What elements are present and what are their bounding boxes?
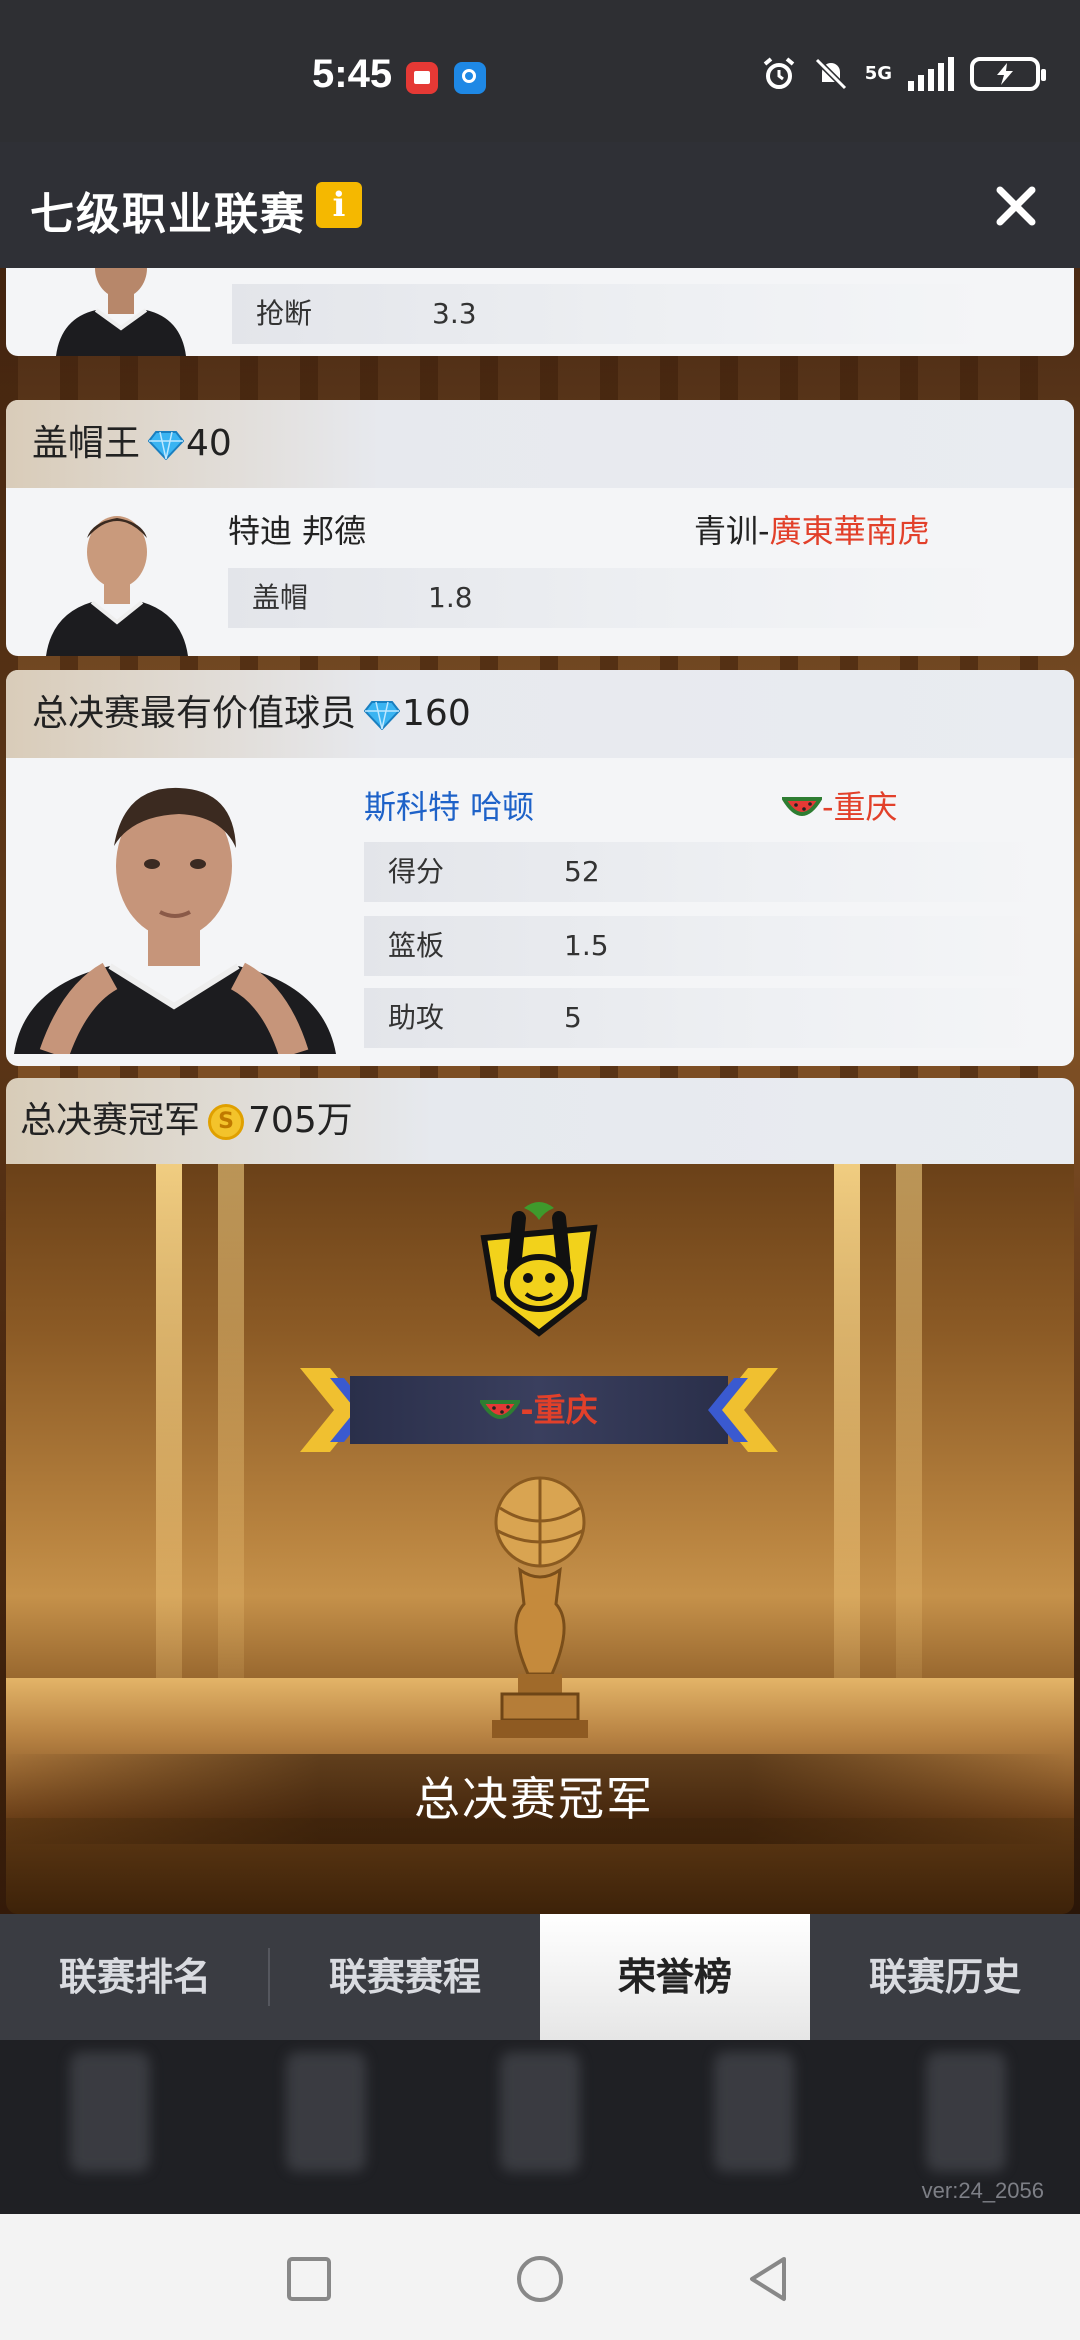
- reward-amount: 705万: [248, 1100, 353, 1141]
- team-logo-icon: [480, 1202, 598, 1337]
- stat-value: 3.3: [432, 297, 477, 330]
- banner-team: -重庆: [350, 1376, 728, 1444]
- stat-row: 得分 52: [364, 842, 1044, 902]
- page-title: 七级职业联赛: [30, 189, 306, 240]
- battery-charging-icon: [970, 57, 1046, 91]
- champion-label: 总决赛冠军: [0, 1754, 1068, 1844]
- stat-value: 52: [564, 855, 600, 888]
- blurred-icon: [286, 2052, 366, 2172]
- blurred-icon: [714, 2052, 794, 2172]
- stat-value: 5: [564, 1001, 582, 1034]
- card-title: 盖帽王: [32, 423, 141, 464]
- watermelon-icon: [780, 797, 824, 816]
- coin-icon: S: [208, 1104, 245, 1140]
- home-button[interactable]: [515, 2254, 565, 2304]
- mute-icon: [814, 57, 847, 91]
- tab-label: 联赛历史: [868, 1955, 1021, 1999]
- team-name: -重庆: [822, 788, 898, 826]
- header-bar: 七级职业联赛 i: [0, 142, 1080, 268]
- team-prefix: 青训-: [694, 512, 770, 550]
- light-beam: [896, 1164, 922, 1764]
- team-name: -重庆: [520, 1391, 598, 1429]
- steal-leader-card: 抢断 3.3: [6, 268, 1074, 356]
- chevron-left-icon: [708, 1368, 778, 1452]
- status-time: 5:45: [312, 52, 393, 96]
- player-team: -重庆: [780, 782, 898, 828]
- card-header: 总决赛冠军 S 705万: [6, 1078, 1074, 1164]
- tab-label: 荣誉榜: [617, 1955, 732, 1999]
- alarm-icon: [763, 57, 794, 89]
- card-title: 总决赛最有价值球员: [32, 693, 357, 734]
- close-icon: [996, 186, 1036, 226]
- honor-list[interactable]: 抢断 3.3 盖帽王 40 特迪 邦德 青训-廣東華南虎 盖帽 1.8 总决赛最…: [0, 268, 1080, 1914]
- stat-label: 盖帽: [252, 581, 309, 614]
- reward-amount: 40: [186, 423, 232, 464]
- stat-label: 抢断: [256, 297, 313, 330]
- stat-value: 1.5: [564, 929, 609, 962]
- stat-row: 抢断 3.3: [232, 284, 992, 344]
- diamond-icon: [364, 701, 401, 730]
- stat-label: 得分: [388, 855, 445, 888]
- player-avatar: [36, 268, 206, 356]
- diamond-icon: [148, 431, 185, 460]
- player-team: 青训-廣東華南虎: [694, 506, 930, 552]
- stat-row: 助攻 5: [364, 988, 1044, 1048]
- player-name[interactable]: 特迪 邦德: [228, 506, 366, 552]
- notification-search-icon: [454, 62, 486, 94]
- version-label: ver:24_2056: [921, 2178, 1044, 2203]
- network-type: 5G: [864, 63, 892, 84]
- notification-app-icon: [406, 62, 438, 94]
- tab-league-history[interactable]: 联赛历史: [810, 1914, 1080, 2040]
- stat-label: 篮板: [388, 929, 445, 962]
- watermelon-icon: [478, 1400, 522, 1419]
- stat-label: 助攻: [388, 1001, 445, 1034]
- stat-row: 盖帽 1.8: [228, 568, 1008, 628]
- tab-honor-list[interactable]: 荣誉榜: [540, 1914, 810, 2040]
- light-beam: [834, 1164, 860, 1764]
- champion-team-banner: -重庆: [300, 1368, 778, 1452]
- player-avatar: [14, 766, 344, 1054]
- signal-icon: [908, 57, 954, 91]
- tab-label: 联赛赛程: [328, 1955, 481, 1999]
- card-title: 总决赛冠军: [20, 1100, 201, 1141]
- light-beam: [218, 1164, 244, 1764]
- stat-value: 1.8: [428, 581, 473, 614]
- recents-button[interactable]: [284, 2254, 334, 2304]
- bottom-tab-bar: 联赛排名 联赛赛程 荣誉榜 联赛历史: [0, 1914, 1080, 2040]
- blurred-icon: [500, 2052, 580, 2172]
- system-nav-bar: [0, 2214, 1080, 2340]
- info-button[interactable]: i: [316, 182, 362, 228]
- tab-label: 联赛排名: [58, 1955, 211, 1999]
- reward-amount: 160: [402, 693, 471, 734]
- tab-league-schedule[interactable]: 联赛赛程: [270, 1914, 540, 2040]
- status-bar: 5:45 5G: [0, 0, 1080, 142]
- tab-league-ranking[interactable]: 联赛排名: [0, 1914, 270, 2040]
- trophy-icon: [492, 1476, 588, 1738]
- status-icons: 5G: [761, 56, 1046, 92]
- close-button[interactable]: [986, 176, 1046, 236]
- card-header: 总决赛最有价值球员 160: [6, 670, 1074, 758]
- block-leader-card: 盖帽王 40 特迪 邦德 青训-廣東華南虎 盖帽 1.8: [6, 400, 1074, 656]
- player-avatar: [32, 494, 202, 656]
- card-header: 盖帽王 40: [6, 400, 1074, 488]
- stat-row: 篮板 1.5: [364, 916, 1044, 976]
- team-name: 廣東華南虎: [769, 512, 930, 550]
- finals-mvp-card: 总决赛最有价值球员 160 斯科特 哈顿 -重庆 得分 52 篮板 1.5 助攻…: [6, 670, 1074, 1066]
- background-menu-blurred: ver:24_2056: [0, 2040, 1080, 2214]
- blurred-icon: [926, 2052, 1006, 2172]
- player-name[interactable]: 斯科特 哈顿: [364, 782, 534, 828]
- back-button[interactable]: [744, 2254, 794, 2304]
- blurred-icon: [70, 2052, 150, 2172]
- light-beam: [156, 1164, 182, 1764]
